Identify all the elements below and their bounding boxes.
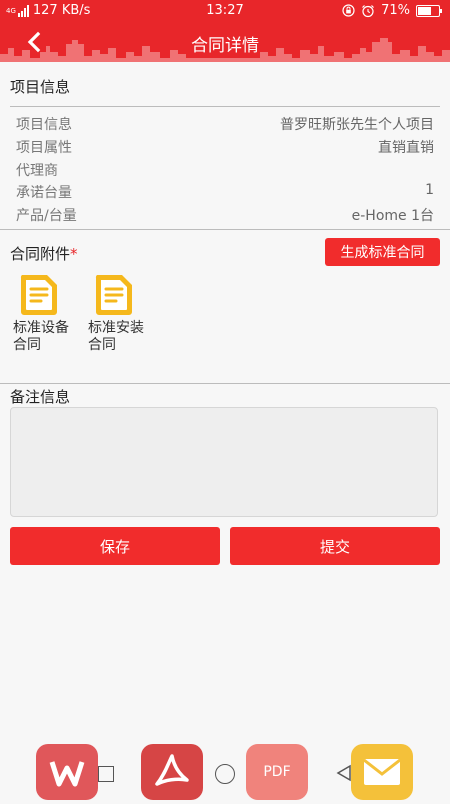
section-divider [10, 106, 440, 107]
attachment-label-line2: 合同 [88, 337, 116, 353]
page-title: 合同详情 [191, 36, 259, 56]
info-value: e-Home 1台 [351, 208, 434, 224]
document-icon [20, 275, 57, 315]
app-dock: PDF [0, 740, 450, 800]
attachment-item[interactable]: 标准安装 合同 [88, 272, 158, 354]
info-label: 项目属性 [16, 140, 72, 156]
info-label: 代理商 [16, 163, 58, 179]
document-icon [95, 275, 132, 315]
remarks-input[interactable] [10, 407, 438, 517]
info-row-committed-quantity: 承诺台量 1 [16, 182, 434, 204]
back-triangle-icon[interactable] [336, 764, 352, 782]
info-label: 产品/台量 [16, 208, 77, 224]
submit-button[interactable]: 提交 [230, 527, 440, 565]
pdf-app-icon[interactable]: PDF [246, 744, 308, 800]
attachment-label-line1: 标准设备 [13, 320, 69, 336]
recent-apps-button[interactable] [98, 766, 114, 782]
project-info-heading: 项目信息 [10, 78, 71, 96]
pdf-app-label: PDF [263, 764, 291, 780]
attachments-heading-text: 合同附件 [10, 245, 71, 263]
info-row-attribute: 项目属性 直销直销 [16, 137, 434, 159]
save-button[interactable]: 保存 [10, 527, 220, 565]
info-row-product: 产品/台量 e-Home 1台 [16, 205, 434, 227]
attachment-label: 标准安装 合同 [88, 320, 158, 354]
section-divider [0, 229, 450, 230]
info-label: 项目信息 [16, 117, 72, 133]
info-row-project: 项目信息 普罗旺斯张先生个人项目 [16, 114, 434, 136]
attachment-label-line2: 合同 [13, 337, 41, 353]
info-value: 直销直销 [378, 140, 434, 156]
section-divider [0, 383, 450, 384]
battery-icon [416, 4, 442, 17]
mail-app-icon[interactable] [351, 744, 413, 800]
status-bar: 4G 127 KB/s 13:27 71% [0, 0, 450, 22]
info-row-agent: 代理商 [16, 160, 434, 182]
pdf-reader-app-icon[interactable] [141, 744, 203, 800]
alarm-icon [362, 4, 375, 17]
attachments-heading: 合同附件* [10, 243, 78, 264]
attachment-label: 标准设备 合同 [13, 320, 83, 354]
nav-bar: 合同详情 [0, 22, 450, 62]
home-button[interactable] [215, 764, 235, 784]
info-label: 承诺台量 [16, 185, 72, 201]
generate-standard-contract-button[interactable]: 生成标准合同 [325, 238, 440, 266]
attachment-label-line1: 标准安装 [88, 320, 144, 336]
info-value: 普罗旺斯张先生个人项目 [280, 117, 434, 133]
lock-rotation-icon [342, 4, 355, 17]
info-value: 1 [425, 182, 434, 198]
remarks-heading: 备注信息 [10, 388, 71, 406]
wps-app-icon[interactable] [36, 744, 98, 800]
attachment-item[interactable]: 标准设备 合同 [13, 272, 83, 354]
required-mark: * [70, 245, 78, 263]
battery-percent: 71% [381, 3, 410, 18]
